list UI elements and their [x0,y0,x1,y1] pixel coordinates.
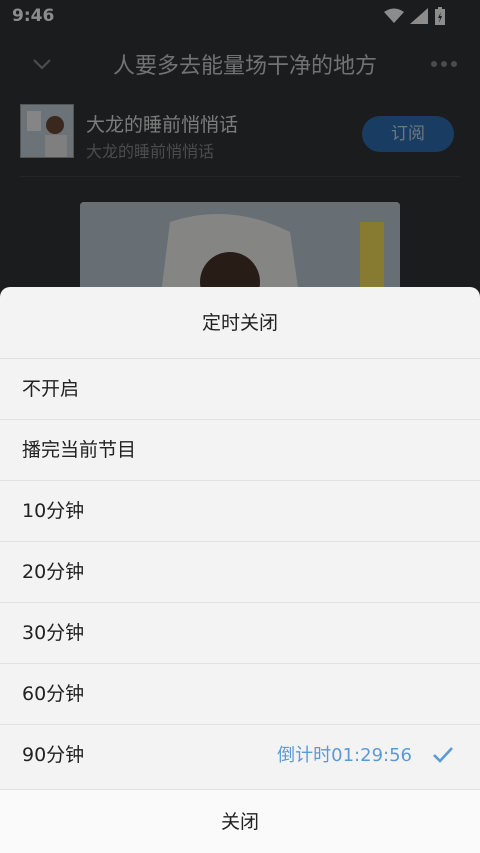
check-icon [433,747,453,763]
sheet-title: 定时关闭 [0,287,480,359]
option-30-min[interactable]: 30分钟 [0,603,480,664]
countdown-text: 倒计时01:29:56 [277,745,412,766]
option-label: 60分钟 [22,683,85,705]
option-label: 10分钟 [22,500,85,522]
close-button[interactable]: 关闭 [0,789,480,853]
option-60-min[interactable]: 60分钟 [0,664,480,725]
option-label: 20分钟 [22,561,85,583]
option-label: 90分钟 [22,744,85,766]
option-90-min[interactable]: 90分钟 倒计时01:29:56 [0,725,480,786]
option-10-min[interactable]: 10分钟 [0,481,480,542]
option-end-of-episode[interactable]: 播完当前节目 [0,420,480,481]
option-20-min[interactable]: 20分钟 [0,542,480,603]
option-off[interactable]: 不开启 [0,359,480,420]
option-label: 播完当前节目 [22,439,137,461]
timer-bottom-sheet: 定时关闭 不开启 播完当前节目 10分钟 20分钟 30分钟 60分钟 90分钟… [0,287,480,853]
option-label: 不开启 [22,378,80,400]
option-label: 30分钟 [22,622,85,644]
